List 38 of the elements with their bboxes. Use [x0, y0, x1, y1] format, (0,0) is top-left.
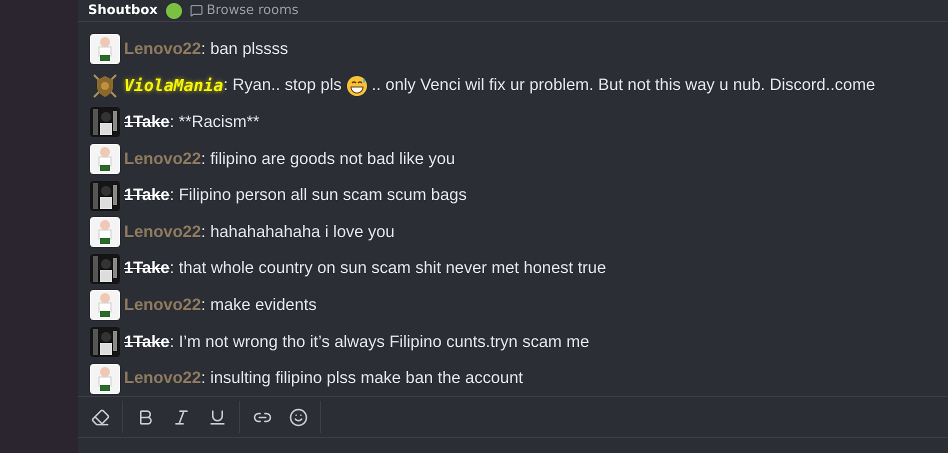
username[interactable]: 1Take	[124, 186, 170, 206]
message-text: : ban plssss	[201, 40, 288, 59]
avatar	[90, 107, 120, 138]
message-text: : Filipino person all sun scam scum bags	[170, 186, 467, 206]
username[interactable]: Lenovo22	[124, 40, 202, 59]
status-badge	[166, 2, 182, 18]
username[interactable]: Lenovo22	[124, 296, 202, 315]
message-text: : **Racism**	[170, 112, 260, 132]
username[interactable]: Lenovo22	[124, 222, 202, 242]
username[interactable]: 1Take	[124, 259, 170, 278]
username[interactable]: 1Take	[124, 332, 170, 352]
username[interactable]: Lenovo22	[124, 369, 202, 388]
message-text: : filipino are goods not bad like you	[201, 150, 456, 169]
message-text: .. only Venci wil fix ur problem. But not this way u nub. Discord..come	[372, 76, 876, 96]
message-text: : Ryan.. stop pls	[223, 76, 342, 96]
browse-rooms-link[interactable]: Browse rooms	[190, 3, 299, 18]
eraser-icon	[90, 408, 110, 426]
message-text: : I’m not wrong tho it’s always Filipino cunts.tryn scam me	[170, 332, 590, 352]
avatar	[90, 290, 120, 320]
chat-bubble-icon	[190, 4, 203, 17]
username[interactable]: Lenovo22	[124, 150, 202, 169]
shoutbox-title: Shoutbox	[88, 3, 158, 18]
message-text: : insulting filipino plss make ban the account	[201, 369, 523, 388]
message-text: : make evidents	[201, 296, 317, 315]
grinning-sweat-emoji-icon	[346, 74, 368, 97]
message-text: : hahahahahaha i love you	[201, 222, 395, 242]
smiley-icon	[288, 408, 308, 426]
avatar	[90, 217, 120, 248]
username[interactable]: 1Take	[124, 112, 170, 132]
avatar	[90, 254, 120, 284]
username[interactable]: ViolaMania	[124, 76, 224, 96]
underline-icon	[208, 408, 226, 426]
message-text: : that whole country on sun scam shit never met honest true	[170, 259, 606, 278]
avatar	[90, 327, 120, 358]
avatar	[90, 34, 120, 64]
avatar	[90, 364, 120, 394]
avatar	[90, 144, 120, 174]
avatar	[90, 180, 120, 211]
